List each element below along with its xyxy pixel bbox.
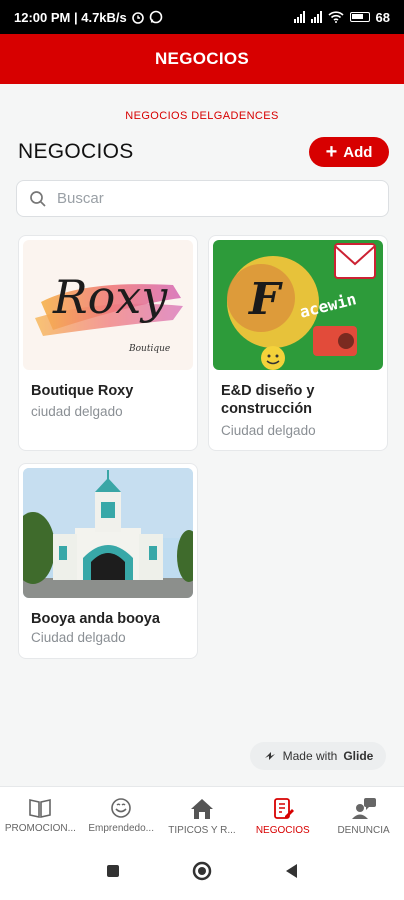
- card-subtitle: ciudad delgado: [31, 404, 123, 419]
- signal-icon-2: [310, 11, 322, 23]
- roxy-logo-text: Roxy: [53, 270, 168, 324]
- search-box[interactable]: [16, 180, 389, 217]
- app-title: NEGOCIOS: [154, 49, 250, 68]
- nav-label: NEGOCIOS: [255, 825, 310, 836]
- glide-badge-brand: Glide: [343, 749, 374, 763]
- nav-label: TIPICOS Y R...: [168, 825, 236, 836]
- nav-label: Emprendedo...: [88, 823, 154, 834]
- book-icon: [29, 799, 52, 818]
- roxy-logo-subtext: Boutique: [129, 344, 171, 354]
- church-photo: [23, 468, 193, 598]
- signal-icon: [293, 11, 305, 23]
- person-chat-icon: [351, 798, 376, 819]
- search-icon: [30, 190, 46, 207]
- system-navigation-bar: [0, 842, 404, 900]
- card-subtitle: Ciudad delgado: [31, 630, 126, 645]
- card-title: Boutique Roxy: [31, 383, 134, 399]
- business-card-ed-diseno[interactable]: F acewin E&D diseño y construcción Ciuda…: [208, 235, 388, 451]
- bottom-navigation: PROMOCION... Emprendedo... TIPICOS Y R..…: [0, 786, 404, 842]
- facewin-logo-letter: F: [249, 274, 281, 325]
- smiley-icon: [111, 798, 131, 818]
- nav-label: PROMOCION...: [4, 823, 76, 834]
- recent-apps-icon[interactable]: [105, 863, 121, 879]
- page-title: NEGOCIOS: [18, 140, 134, 163]
- battery-icon: [349, 12, 370, 22]
- plus-icon: +: [325, 141, 338, 163]
- nav-item-emprendedores[interactable]: Emprendedo...: [81, 787, 162, 842]
- business-card-booya[interactable]: Booya anda booya Ciudad delgado: [18, 463, 198, 659]
- search-input[interactable]: [57, 190, 357, 207]
- status-right: 68: [293, 9, 390, 25]
- card-image-facewin: F acewin: [213, 240, 383, 370]
- alarm-icon: [131, 12, 144, 24]
- add-button-label: Add: [343, 143, 373, 161]
- whatsapp-icon: [149, 10, 163, 24]
- nav-item-tipicos[interactable]: TIPICOS Y R...: [162, 787, 243, 842]
- status-time: 12:00 PM | 4.7kB/s: [14, 9, 127, 25]
- section-caption: NEGOCIOS DELGADENCES: [125, 110, 279, 122]
- nav-item-denuncia[interactable]: DENUNCIA: [323, 787, 404, 842]
- status-left: 12:00 PM | 4.7kB/s: [14, 10, 163, 25]
- edit-document-icon: [273, 798, 294, 819]
- card-image-church: [23, 468, 193, 598]
- app-bar: NEGOCIOS: [0, 34, 404, 84]
- home-icon[interactable]: [191, 860, 213, 882]
- battery-level: 68: [375, 9, 390, 25]
- add-button[interactable]: + Add: [309, 137, 389, 167]
- back-icon[interactable]: [283, 862, 299, 880]
- nav-item-negocios[interactable]: NEGOCIOS: [242, 787, 323, 842]
- wifi-icon: [327, 11, 344, 23]
- card-subtitle: Ciudad delgado: [221, 423, 316, 438]
- nav-item-promociones[interactable]: PROMOCION...: [0, 787, 81, 842]
- card-title: Booya anda booya: [31, 611, 160, 627]
- card-title: E&D diseño y construcción: [221, 383, 315, 417]
- house-icon: [190, 799, 213, 819]
- glide-logo-icon: [264, 752, 275, 760]
- glide-badge-prefix: Made with: [282, 749, 338, 763]
- card-image-roxy: Roxy Boutique: [23, 240, 193, 370]
- status-bar: 12:00 PM | 4.7kB/s 68: [0, 0, 404, 34]
- business-card-boutique-roxy[interactable]: Roxy Boutique Boutique Roxy ciudad delga…: [18, 235, 198, 451]
- made-with-glide-badge[interactable]: Made with Glide: [250, 742, 386, 770]
- main-content: NEGOCIOS DELGADENCES NEGOCIOS + Add Ro: [0, 84, 404, 786]
- nav-label: DENUNCIA: [337, 825, 390, 836]
